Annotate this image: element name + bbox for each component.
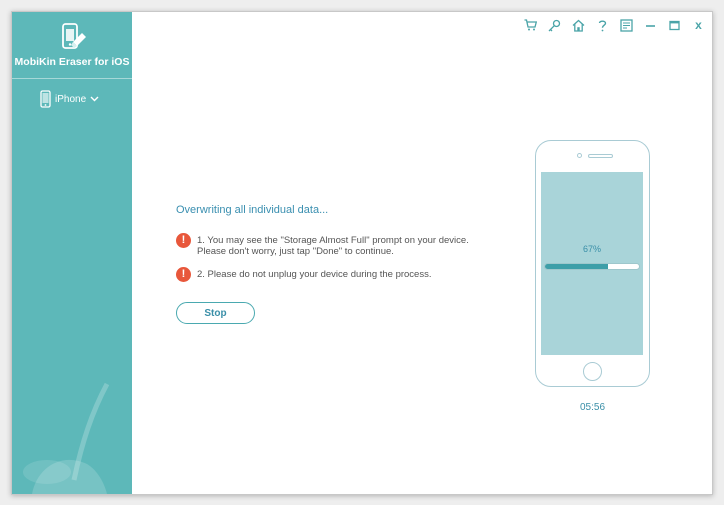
notice-unplug: ! 2. Please do not unplug your device du…	[176, 267, 432, 282]
notice-text: 1. You may see the "Storage Almost Full"…	[197, 233, 469, 257]
phone-illustration: 67%	[535, 140, 650, 387]
feedback-icon[interactable]	[619, 18, 634, 33]
app-name: MobiKin Eraser for iOS	[14, 56, 130, 68]
warning-icon: !	[176, 267, 191, 282]
warning-icon: !	[176, 233, 191, 248]
progress-bar	[545, 264, 639, 269]
notice-line: 2. Please do not unplug your device duri…	[197, 269, 432, 280]
sidebar: MobiKin Eraser for iOS iPhone	[12, 12, 132, 494]
phone-camera	[577, 153, 582, 158]
progress-fill	[545, 264, 608, 269]
decorative-broom-icon	[23, 382, 110, 494]
phone-screen: 67%	[541, 172, 643, 355]
elapsed-timer: 05:56	[579, 402, 606, 413]
status-title: Overwriting all individual data...	[176, 204, 329, 216]
help-icon[interactable]	[595, 18, 610, 33]
notice-text: 2. Please do not unplug your device duri…	[197, 267, 432, 280]
sidebar-divider	[12, 78, 132, 79]
close-icon[interactable]: x	[691, 18, 706, 33]
minimize-icon[interactable]	[643, 18, 658, 33]
phone-home-button	[583, 362, 602, 381]
phone-eraser-icon	[62, 23, 86, 49]
device-selector[interactable]: iPhone	[40, 89, 99, 109]
maximize-icon[interactable]	[667, 18, 682, 33]
stop-button[interactable]: Stop	[176, 302, 255, 324]
notice-storage: ! 1. You may see the "Storage Almost Ful…	[176, 233, 469, 257]
notice-line: Please don't worry, just tap "Done" to c…	[197, 246, 394, 257]
title-bar-controls: x	[523, 16, 706, 34]
home-icon[interactable]	[571, 18, 586, 33]
phone-speaker	[588, 154, 613, 158]
chevron-down-icon[interactable]	[90, 95, 99, 103]
progress-percent: 67%	[582, 244, 601, 254]
phone-icon	[40, 90, 51, 108]
app-window: MobiKin Eraser for iOS iPhone x Overwrit…	[11, 11, 713, 495]
key-icon[interactable]	[547, 18, 562, 33]
notice-line: 1. You may see the "Storage Almost Full"…	[197, 235, 469, 246]
device-label: iPhone	[55, 93, 87, 105]
cart-icon[interactable]	[523, 18, 538, 33]
logo	[12, 22, 132, 59]
